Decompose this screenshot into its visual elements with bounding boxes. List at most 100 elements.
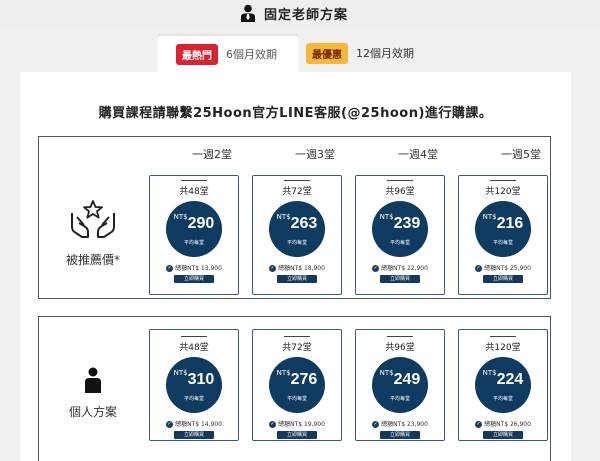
card-divider bbox=[387, 336, 413, 337]
card-divider bbox=[387, 180, 413, 181]
currency: NT$ bbox=[482, 213, 497, 221]
card-divider bbox=[284, 336, 310, 337]
avg-label: 平均每堂 bbox=[492, 240, 513, 246]
person-tie-icon bbox=[241, 4, 255, 22]
check-icon: ✓ bbox=[475, 421, 483, 428]
currency: NT$ bbox=[276, 213, 291, 221]
avg-label: 平均每堂 bbox=[286, 396, 307, 402]
buy-now-button[interactable]: 立即購買 bbox=[174, 275, 214, 283]
price-circle: NT$216 平均每堂 bbox=[475, 201, 531, 257]
row-label-text: 被推薦價* bbox=[65, 253, 120, 267]
check-icon: ✓ bbox=[166, 421, 174, 428]
total-price: ✓ 總額NT$ 14,900 bbox=[150, 419, 238, 428]
check-icon: ✓ bbox=[475, 265, 483, 272]
avg-label: 平均每堂 bbox=[389, 240, 410, 246]
avg-label: 平均每堂 bbox=[389, 396, 410, 402]
plan-row-personal: 個人方案 共48堂 NT$310 平均每堂 ✓ 總額NT$ 14,900 立即購買… bbox=[38, 316, 551, 461]
card-divider bbox=[181, 336, 207, 337]
avg-label: 平均每堂 bbox=[183, 396, 204, 402]
total-price: ✓ 總額NT$ 13,900 bbox=[150, 263, 238, 272]
currency: NT$ bbox=[482, 369, 497, 377]
buy-now-button[interactable]: 立即購買 bbox=[277, 275, 317, 283]
validity-tabs: 最熱門 6個月效期 最優惠 12個月效期 bbox=[158, 34, 428, 74]
column-header: 一週4堂 bbox=[398, 148, 438, 161]
price-value: 263 bbox=[290, 215, 318, 232]
price-card: 共48堂 NT$290 平均每堂 ✓ 總額NT$ 13,900 立即購買 bbox=[149, 175, 239, 295]
lesson-count: 共72堂 bbox=[282, 343, 312, 353]
total-price: ✓ 總額NT$ 19,900 bbox=[253, 419, 341, 428]
price-card: 共72堂 NT$276 平均每堂 ✓ 總額NT$ 19,900 立即購買 bbox=[252, 329, 342, 441]
price-card: 共120堂 NT$224 平均每堂 ✓ 總額NT$ 26,900 立即購買 bbox=[458, 329, 548, 441]
column-header: 一週5堂 bbox=[501, 148, 541, 161]
lesson-count: 共96堂 bbox=[385, 343, 415, 353]
price-circle: NT$263 平均每堂 bbox=[269, 201, 325, 257]
total-text: 總額NT$ 22,900 bbox=[381, 265, 428, 272]
price-card: 共72堂 NT$263 平均每堂 ✓ 總額NT$ 18,900 立即購買 bbox=[252, 175, 342, 295]
tab-label: 6個月效期 bbox=[226, 48, 277, 61]
check-icon: ✓ bbox=[372, 265, 380, 272]
price-circle: NT$224 平均每堂 bbox=[475, 357, 531, 413]
tab-12-months[interactable]: 最優惠 12個月效期 bbox=[298, 34, 428, 72]
currency: NT$ bbox=[379, 213, 394, 221]
row-label-text: 個人方案 bbox=[68, 405, 117, 419]
lesson-count: 共72堂 bbox=[282, 187, 312, 197]
buy-now-button[interactable]: 立即購買 bbox=[483, 431, 523, 439]
total-text: 總額NT$ 19,900 bbox=[278, 421, 325, 428]
card-divider bbox=[181, 180, 207, 181]
row-label-recommended: 被推薦價* bbox=[43, 199, 143, 268]
section-title: 固定老師方案 bbox=[264, 7, 349, 23]
total-text: 總額NT$ 26,900 bbox=[484, 421, 531, 428]
check-icon: ✓ bbox=[372, 421, 380, 428]
row-label-personal: 個人方案 bbox=[43, 367, 143, 420]
column-header: 一週2堂 bbox=[192, 148, 232, 161]
check-icon: ✓ bbox=[166, 265, 174, 272]
total-price: ✓ 總額NT$ 22,900 bbox=[356, 263, 444, 272]
avg-label: 平均每堂 bbox=[492, 396, 513, 402]
tab-6-months[interactable]: 最熱門 6個月效期 bbox=[158, 34, 298, 72]
tab-label: 12個月效期 bbox=[356, 47, 414, 60]
lesson-count: 共48堂 bbox=[179, 187, 209, 197]
hands-star-icon bbox=[71, 200, 115, 238]
card-divider bbox=[490, 336, 516, 337]
currency: NT$ bbox=[173, 213, 188, 221]
plan-row-recommended: 一週2堂 一週3堂 一週4堂 一週5堂 被推薦價* 共48堂 NT$290 平均… bbox=[38, 136, 551, 299]
price-value: 310 bbox=[187, 371, 215, 388]
avg-label: 平均每堂 bbox=[183, 240, 204, 246]
currency: NT$ bbox=[276, 369, 291, 377]
avg-label: 平均每堂 bbox=[286, 240, 307, 246]
price-card: 共96堂 NT$239 平均每堂 ✓ 總額NT$ 22,900 立即購買 bbox=[355, 175, 445, 295]
total-price: ✓ 總額NT$ 26,900 bbox=[459, 419, 547, 428]
lesson-count: 共120堂 bbox=[485, 343, 521, 353]
total-price: ✓ 總額NT$ 25,900 bbox=[459, 263, 547, 272]
lesson-count: 共96堂 bbox=[385, 187, 415, 197]
check-icon: ✓ bbox=[269, 265, 277, 272]
buy-now-button[interactable]: 立即購買 bbox=[483, 275, 523, 283]
total-price: ✓ 總額NT$ 23,900 bbox=[356, 419, 444, 428]
currency: NT$ bbox=[173, 369, 188, 377]
total-text: 總額NT$ 14,900 bbox=[175, 421, 222, 428]
card-divider bbox=[284, 180, 310, 181]
buy-now-button[interactable]: 立即購買 bbox=[277, 431, 317, 439]
price-card: 共48堂 NT$310 平均每堂 ✓ 總額NT$ 14,900 立即購買 bbox=[149, 329, 239, 441]
lesson-count: 共120堂 bbox=[485, 187, 521, 197]
column-header: 一週3堂 bbox=[295, 148, 335, 161]
buy-now-button[interactable]: 立即購買 bbox=[380, 275, 420, 283]
price-card: 共96堂 NT$249 平均每堂 ✓ 總額NT$ 23,900 立即購買 bbox=[355, 329, 445, 441]
total-text: 總額NT$ 23,900 bbox=[381, 421, 428, 428]
price-circle: NT$239 平均每堂 bbox=[372, 201, 428, 257]
lesson-count: 共48堂 bbox=[179, 343, 209, 353]
card-divider bbox=[490, 180, 516, 181]
buy-now-button[interactable]: 立即購買 bbox=[380, 431, 420, 439]
price-circle: NT$276 平均每堂 bbox=[269, 357, 325, 413]
pricing-panel: 購買課程請聯繫25Hoon官方LINE客服(@25hoon)進行購課。 一週2堂… bbox=[20, 72, 571, 461]
buy-now-button[interactable]: 立即購買 bbox=[174, 431, 214, 439]
price-value: 239 bbox=[393, 215, 421, 232]
check-icon: ✓ bbox=[269, 421, 277, 428]
price-value: 216 bbox=[496, 215, 524, 232]
total-text: 總額NT$ 18,900 bbox=[278, 265, 325, 272]
total-text: 總額NT$ 13,900 bbox=[175, 265, 222, 272]
total-price: ✓ 總額NT$ 18,900 bbox=[253, 263, 341, 272]
price-value: 290 bbox=[187, 215, 215, 232]
price-value: 249 bbox=[393, 371, 421, 388]
price-value: 276 bbox=[290, 371, 318, 388]
